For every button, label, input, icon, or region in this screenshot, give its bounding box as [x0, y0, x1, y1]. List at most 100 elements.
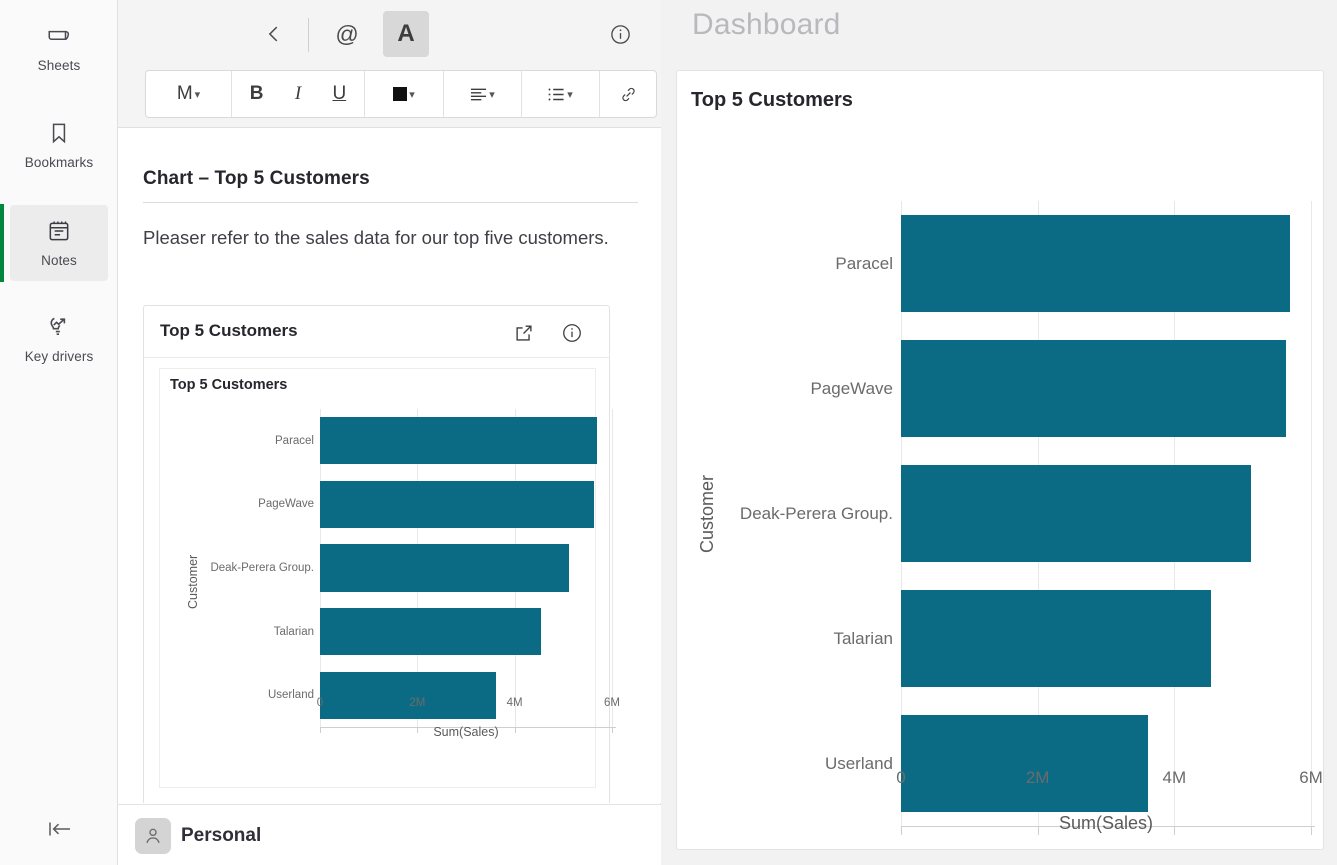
font-size-group: M ▾ [146, 71, 232, 117]
embedded-card-header: Top 5 Customers [144, 306, 609, 358]
font-size-dropdown[interactable]: M ▾ [172, 71, 205, 117]
embedded-chart-card[interactable]: Top 5 Customers Top 5 Customers Paracel … [143, 305, 620, 803]
bar[interactable] [320, 417, 597, 465]
collapse-panel-icon[interactable] [34, 812, 86, 846]
bar[interactable] [901, 340, 1286, 437]
bar-chart-small[interactable]: Top 5 Customers Paracel PageWave Deak-Perer… [160, 369, 620, 787]
axis-tick-label: 0 [896, 768, 906, 787]
embedded-chart[interactable]: Top 5 Customers Paracel PageWave Deak-Perer… [159, 368, 620, 788]
link-button[interactable] [612, 71, 644, 117]
left-rail: Sheets Bookmarks Notes Key drivers [0, 0, 118, 865]
bold-button[interactable]: B [241, 71, 273, 117]
category-label: PageWave [258, 498, 314, 511]
category-label: Talarian [273, 625, 314, 638]
x-axis-title: Sum(Sales) [1058, 813, 1154, 833]
note-divider [143, 202, 638, 203]
sidebar-item-label: Sheets [37, 58, 81, 73]
active-item-accent [0, 204, 4, 282]
link-group [600, 71, 656, 117]
space-name: Personal [181, 825, 262, 846]
category-label: Deak-Perera Group. [739, 503, 893, 523]
info-circle-icon [609, 23, 632, 46]
note-footer: Personal [118, 804, 661, 865]
chevron-down-icon: ▾ [567, 88, 573, 101]
axis-tick-label: 0 [316, 697, 324, 709]
category-label: Talarian [833, 628, 893, 648]
list-dropdown[interactable]: ▾ [543, 71, 578, 117]
plot-area: Paracel PageWave Deak-Perera Group. Talaria… [740, 201, 1315, 835]
embedded-card-title: Top 5 Customers [160, 321, 298, 340]
sidebar-item-label: Bookmarks [24, 155, 94, 170]
axis-tick-label: 4M [506, 697, 523, 709]
underline-button[interactable]: U [323, 71, 355, 117]
back-button[interactable] [251, 11, 297, 57]
notes-toolbar: @ A ••• [118, 0, 753, 128]
chevron-down-icon: ▾ [409, 88, 415, 101]
chevron-left-icon [263, 23, 285, 45]
gridline [612, 409, 613, 727]
chart-title: Top 5 Customers [170, 377, 288, 393]
x-axis-title: Sum(Sales) [433, 725, 499, 739]
text-color-group: ▾ [365, 71, 444, 117]
bar[interactable] [320, 671, 496, 719]
axis-tick-label: 6M [604, 697, 620, 709]
align-dropdown[interactable]: ▾ [465, 71, 500, 117]
category-label: Paracel [275, 434, 314, 447]
toolbar-separator [308, 18, 309, 52]
bar[interactable] [901, 715, 1148, 812]
sidebar-item-notes[interactable]: Notes [10, 205, 108, 281]
text-format-button[interactable]: A [383, 11, 429, 57]
sidebar-item-bookmarks[interactable]: Bookmarks [10, 107, 108, 183]
sidebar-item-sheets[interactable]: Sheets [10, 10, 108, 86]
note-paragraph: Pleaser refer to the sales data for our … [143, 227, 609, 248]
italic-button[interactable]: I [282, 71, 314, 117]
bar[interactable] [320, 544, 570, 592]
chevron-down-icon: ▾ [194, 88, 201, 101]
alignment-group: ▾ [444, 71, 522, 117]
sidebar-item-label: Key drivers [24, 349, 94, 364]
info-button[interactable] [597, 11, 643, 57]
sidebar-item-key-drivers[interactable]: Key drivers [10, 300, 108, 376]
category-label: Deak-Perera Group. [210, 562, 314, 574]
open-external-icon[interactable] [512, 321, 536, 345]
dashboard-panel: Dashboard Top 5 Customers Paracel PageWav… [661, 0, 1337, 865]
list-group: ▾ [522, 71, 600, 117]
mention-button[interactable]: @ [324, 11, 370, 57]
bar[interactable] [901, 215, 1290, 312]
key-drivers-icon [45, 312, 73, 340]
bar[interactable] [901, 590, 1212, 687]
axis-tick-label: 2M [409, 697, 426, 709]
category-label: PageWave [810, 378, 893, 398]
gridline [1311, 201, 1312, 826]
notes-icon [46, 218, 72, 244]
y-axis-title: Customer [186, 554, 200, 609]
category-label: Paracel [835, 253, 893, 273]
link-icon [619, 85, 638, 104]
user-avatar-icon[interactable] [135, 818, 171, 854]
color-swatch-icon [393, 87, 408, 101]
dashboard-chart-card[interactable]: Top 5 Customers Paracel PageWave Deak-Pere… [676, 70, 1324, 850]
axis-tick [612, 727, 613, 733]
sidebar-item-label: Notes [41, 253, 77, 268]
format-toolbar: M ▾ B I U ▾ ▾ ▾ [145, 70, 657, 118]
plot-area: Paracel PageWave Deak-Perera Group. Talaria… [210, 409, 616, 733]
axis-tick-label: 6M [1299, 768, 1323, 787]
bookmark-icon [46, 120, 72, 146]
category-label: Userland [824, 753, 893, 773]
notes-toolbar-top-row: @ A ••• [118, 0, 753, 68]
sheets-icon [46, 23, 72, 49]
chevron-down-icon: ▾ [489, 88, 495, 101]
axis-tick-label: 4M [1162, 768, 1187, 787]
axis-tick-label: 2M [1025, 768, 1050, 787]
bar[interactable] [901, 465, 1251, 562]
bar[interactable] [320, 480, 594, 528]
text-color-dropdown[interactable]: ▾ [388, 71, 420, 117]
bar-chart-large[interactable]: Paracel PageWave Deak-Perera Group. Talaria… [677, 123, 1323, 849]
page-title: Dashboard [692, 8, 841, 41]
note-body[interactable]: Chart – Top 5 Customers Pleaser refer to… [118, 128, 661, 803]
info-circle-icon[interactable] [560, 321, 584, 345]
axis-tick [1311, 826, 1312, 835]
notes-panel: @ A ••• [118, 0, 776, 865]
align-left-icon [470, 87, 487, 102]
bar[interactable] [320, 608, 541, 656]
